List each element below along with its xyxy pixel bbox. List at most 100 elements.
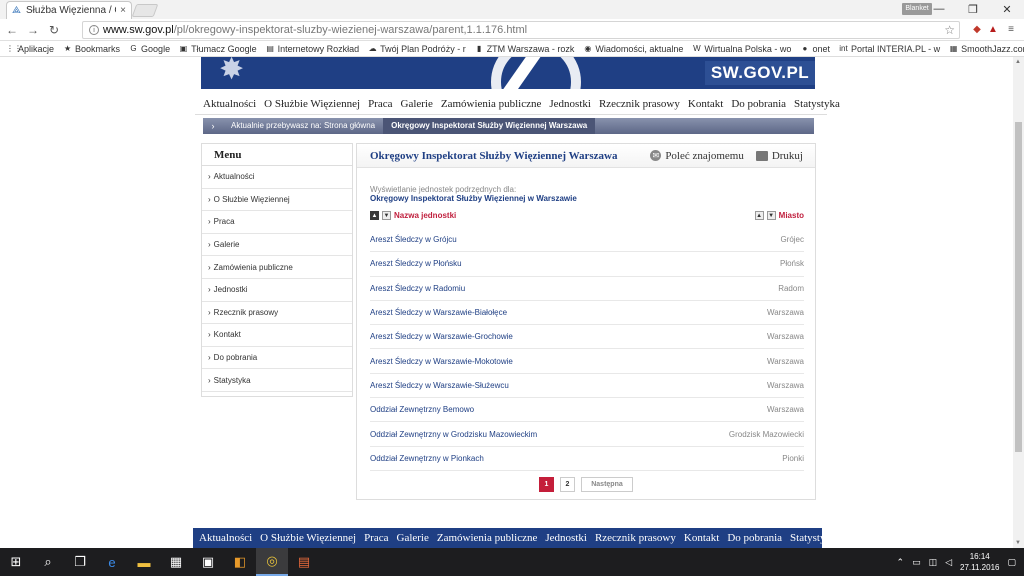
unit-link[interactable]: Areszt Śledczy w Grójcu: [370, 235, 780, 244]
page-2-button[interactable]: 2: [560, 477, 575, 492]
forward-arrow-icon[interactable]: →: [24, 21, 42, 39]
next-page-button[interactable]: Następna: [581, 477, 633, 492]
sidebar-item-rzecznik-prasowy[interactable]: › Rzecznik prasowy: [202, 302, 352, 325]
chrome-icon[interactable]: ◎: [256, 548, 288, 576]
sort-city-desc-icon[interactable]: ▼: [766, 211, 776, 220]
footer-nav-statystyka[interactable]: Statystyka: [790, 532, 836, 544]
bookmark-tlumacz-google[interactable]: ▣ Tłumacz Google: [179, 44, 257, 54]
unit-link[interactable]: Areszt Śledczy w Warszawie-Mokotowie: [370, 357, 767, 366]
unit-link[interactable]: Areszt Śledczy w Warszawie-Białołęce: [370, 308, 767, 317]
media-icon[interactable]: ▣: [192, 548, 224, 576]
footer-nav-rzecznik-prasowy[interactable]: Rzecznik prasowy: [595, 532, 676, 544]
footer-nav-jednostki[interactable]: Jednostki: [545, 532, 587, 544]
main-nav-kontakt[interactable]: Kontakt: [688, 98, 723, 110]
sidebar-item-statystyka[interactable]: › Statystyka: [202, 369, 352, 392]
network-icon[interactable]: ◫: [929, 557, 938, 568]
info-icon[interactable]: i: [89, 25, 99, 35]
site-logo-text[interactable]: SW.GOV.PL: [705, 61, 815, 85]
footer-nav-kontakt[interactable]: Kontakt: [684, 532, 719, 544]
unit-link[interactable]: Areszt Śledczy w Warszawie-Służewcu: [370, 381, 767, 390]
unit-link[interactable]: Areszt Śledczy w Płońsku: [370, 259, 780, 268]
menu-icon[interactable]: ≡: [1004, 22, 1018, 36]
page-scrollbar[interactable]: ▲ ▼: [1013, 57, 1024, 548]
main-nav-o-sluzbie-wieziennej[interactable]: O Służbie Więziennej: [264, 98, 360, 110]
main-nav-praca[interactable]: Praca: [368, 98, 392, 110]
start-windows-icon[interactable]: ⊞: [0, 548, 32, 576]
unit-link[interactable]: Areszt Śledczy w Radomiu: [370, 284, 778, 293]
tray-up-arrow-icon[interactable]: ⌃: [897, 557, 905, 568]
unit-link[interactable]: Oddział Zewnętrzny w Grodzisku Mazowieck…: [370, 430, 729, 439]
bookmark-ztm-warszawa-rozk[interactable]: ▮ ZTM Warszawa - rozk: [475, 44, 574, 54]
powerpoint-icon[interactable]: ▤: [288, 548, 320, 576]
unit-link[interactable]: Oddział Zewnętrzny w Pionkach: [370, 454, 782, 463]
close-window-button[interactable]: ✕: [990, 0, 1024, 18]
sidebar-item-o-sluzbie-wieziennej[interactable]: › O Służbie Więziennej: [202, 189, 352, 212]
clock[interactable]: 16:14 27.11.2016: [960, 551, 999, 573]
volume-icon[interactable]: ◁: [945, 557, 952, 568]
main-nav-zamowienia-publiczne[interactable]: Zamówienia publiczne: [441, 98, 542, 110]
column-name-header[interactable]: Nazwa jednostki: [394, 211, 456, 220]
bookmark-internetowy-rozklad[interactable]: ▤ Internetowy Rozkład: [266, 44, 359, 54]
scrollbar-thumb[interactable]: [1015, 122, 1022, 452]
extension-icon[interactable]: ◆: [970, 22, 984, 36]
notification-icon[interactable]: ▭: [912, 557, 921, 568]
bookmark-smoothjazz-com-the[interactable]: ▦SmoothJazz.com : The: [949, 44, 1024, 54]
main-nav-jednostki[interactable]: Jednostki: [549, 98, 591, 110]
bookmark-star-icon[interactable]: ☆: [944, 23, 955, 37]
scroll-down-icon[interactable]: ▼: [1015, 540, 1021, 546]
action-center-icon[interactable]: ▢: [1007, 557, 1016, 568]
sidebar-item-praca[interactable]: › Praca: [202, 211, 352, 234]
main-nav-galerie[interactable]: Galerie: [401, 98, 433, 110]
maximize-button[interactable]: ❐: [956, 0, 990, 18]
new-tab-button[interactable]: [131, 4, 159, 17]
sort-city-asc-icon[interactable]: ▲: [754, 211, 764, 220]
sidebar-item-jednostki[interactable]: › Jednostki: [202, 279, 352, 302]
sort-name-asc-icon[interactable]: ▲: [370, 211, 379, 220]
footer-nav-galerie[interactable]: Galerie: [397, 532, 429, 544]
edge-browser-icon[interactable]: e: [96, 548, 128, 576]
main-nav-aktualnosci[interactable]: Aktualności: [203, 98, 256, 110]
footer-nav-zamowienia-publiczne[interactable]: Zamówienia publiczne: [437, 532, 538, 544]
browser-tab[interactable]: ⟁ Służba Więzienna / Okrę ×: [6, 1, 132, 19]
sidebar-item-aktualnosci[interactable]: › Aktualności: [202, 166, 352, 189]
bookmark-bookmarks[interactable]: ★ Bookmarks: [63, 44, 120, 54]
bookmark-aplikacje[interactable]: ⋮⋮ Aplikacje: [6, 44, 54, 54]
bookmark-onet[interactable]: ● onet: [800, 44, 830, 54]
bookmark-twoj-plan-podrozy-r[interactable]: ☁ Twój Plan Podróży - r: [368, 44, 466, 54]
scroll-up-icon[interactable]: ▲: [1015, 59, 1021, 65]
page-1-button[interactable]: 1: [539, 477, 554, 492]
bookmark-google[interactable]: G Google: [129, 44, 170, 54]
reload-icon[interactable]: ↻: [45, 21, 63, 39]
unit-link[interactable]: Oddział Zewnętrzny Bemowo: [370, 405, 767, 414]
back-arrow-icon[interactable]: ←: [3, 21, 21, 39]
breadcrumb-home-link[interactable]: Strona główna: [324, 121, 375, 130]
sidebar-item-zamowienia-publiczne[interactable]: › Zamówienia publiczne: [202, 256, 352, 279]
outlook-icon[interactable]: ◧: [224, 548, 256, 576]
address-bar[interactable]: i www.sw.gov.pl/pl/okregowy-inspektorat-…: [82, 21, 960, 39]
bookmark-wiadomosci-aktualne[interactable]: ◉ Wiadomości, aktualne: [583, 44, 683, 54]
footer-nav-aktualnosci[interactable]: Aktualności: [199, 532, 252, 544]
pdf-extension-icon[interactable]: ▲: [986, 22, 1000, 36]
main-nav-statystyka[interactable]: Statystyka: [794, 98, 840, 110]
footer-nav-do-pobrania[interactable]: Do pobrania: [727, 532, 782, 544]
column-city-header[interactable]: Miasto: [779, 211, 804, 220]
sidebar-item-galerie[interactable]: › Galerie: [202, 234, 352, 257]
main-nav-rzecznik-prasowy[interactable]: Rzecznik prasowy: [599, 98, 680, 110]
task-view-icon[interactable]: ❐: [64, 548, 96, 576]
print-button[interactable]: Drukuj: [755, 150, 803, 162]
footer-nav-o-sluzbie-wieziennej[interactable]: O Służbie Więziennej: [260, 532, 356, 544]
file-explorer-icon[interactable]: ▬: [128, 548, 160, 576]
main-nav-do-pobrania[interactable]: Do pobrania: [731, 98, 786, 110]
search-icon[interactable]: ⌕: [32, 548, 64, 576]
recommend-button[interactable]: ✉ Poleć znajomemu: [650, 150, 744, 162]
sidebar-item-do-pobrania[interactable]: › Do pobrania: [202, 347, 352, 370]
sort-name-desc-icon[interactable]: ▼: [382, 211, 391, 220]
bookmark-wirtualna-polska-wo[interactable]: W Wirtualna Polska - wo: [692, 44, 791, 54]
bookmark-portal-interia-pl-w[interactable]: int Portal INTERIA.PL - w: [839, 44, 940, 54]
tab-close-icon[interactable]: ×: [120, 5, 126, 16]
minimize-button[interactable]: —: [922, 0, 956, 18]
footer-nav-praca[interactable]: Praca: [364, 532, 388, 544]
unit-link[interactable]: Areszt Śledczy w Warszawie-Grochowie: [370, 332, 767, 341]
sidebar-item-kontakt[interactable]: › Kontakt: [202, 324, 352, 347]
store-icon[interactable]: ▦: [160, 548, 192, 576]
